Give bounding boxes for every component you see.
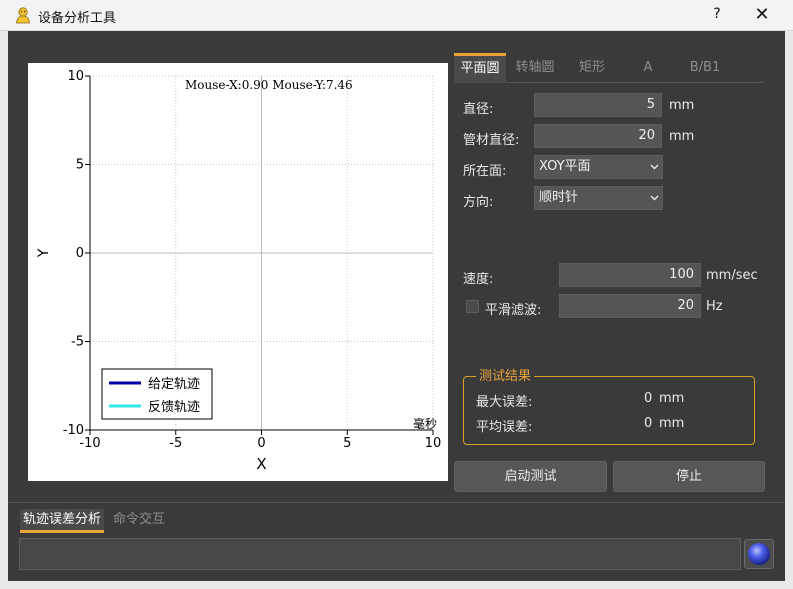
start-test-button[interactable]: 启动测试 xyxy=(454,461,607,492)
diameter-input[interactable]: 5 xyxy=(534,93,662,117)
avg-error-label: 平均误差: xyxy=(476,420,533,435)
help-button[interactable]: ? xyxy=(706,6,728,26)
avg-error-value: 0 xyxy=(644,416,653,431)
close-button[interactable]: ✕ xyxy=(750,3,774,27)
send-button[interactable] xyxy=(744,539,774,569)
plane-label: 所在面: xyxy=(463,164,507,179)
max-error-label: 最大误差: xyxy=(476,395,533,410)
chevron-down-icon xyxy=(650,164,659,170)
speed-label: 速度: xyxy=(463,272,494,287)
plot-canvas: -10 -5 0 5 10 10 5 0 -5 -10 X Y Mouse-X:0.90 Mouse-Y… xyxy=(36,69,442,473)
divider xyxy=(8,502,785,503)
speed-input[interactable]: 100 xyxy=(559,263,701,287)
tab-plane-circle[interactable]: 平面圆 xyxy=(454,53,506,83)
direction-select[interactable]: 顺时针 xyxy=(534,186,663,210)
results-title: 测试结果 xyxy=(476,370,535,384)
max-error-unit: mm xyxy=(659,391,685,406)
max-error-value: 0 xyxy=(644,391,653,406)
legend-label: 反馈轨迹 xyxy=(148,400,200,415)
avg-error-unit: mm xyxy=(659,416,685,431)
window-title: 设备分析工具 xyxy=(38,11,117,26)
y-tick-label: -10 xyxy=(63,423,84,438)
plane-select[interactable]: XOY平面 xyxy=(534,155,663,179)
command-input[interactable] xyxy=(19,538,741,570)
x-tick-label: -10 xyxy=(79,436,100,451)
time-unit-label: 毫秒 xyxy=(413,416,437,431)
title-bar: 设备分析工具 ? ✕ xyxy=(0,0,793,31)
filter-checkbox[interactable] xyxy=(466,300,479,313)
tab-trajectory-error[interactable]: 轨迹误差分析 xyxy=(20,509,104,533)
y-tick-label: 0 xyxy=(76,246,84,261)
trajectory-plot[interactable]: -10 -5 0 5 10 10 5 0 -5 -10 X Y Mouse-X:0.90 Mouse-Y… xyxy=(28,63,448,481)
x-axis-label: X xyxy=(256,455,266,473)
direction-select-value: 顺时针 xyxy=(539,190,579,205)
y-tick-label: -5 xyxy=(71,335,84,350)
filter-unit: Hz xyxy=(706,299,723,314)
mouse-readout: Mouse-X:0.90 Mouse-Y:7.46 xyxy=(185,78,353,92)
tab-b-b1[interactable]: B/B1 xyxy=(680,53,730,83)
x-tick-label: 5 xyxy=(343,436,351,451)
x-tick-label: 10 xyxy=(425,436,442,451)
plane-select-value: XOY平面 xyxy=(539,159,591,174)
globe-icon xyxy=(748,543,770,565)
y-tick-label: 10 xyxy=(67,69,84,84)
x-tick-label: 0 xyxy=(257,436,265,451)
chevron-down-icon xyxy=(650,195,659,201)
tab-rectangle[interactable]: 矩形 xyxy=(568,53,616,83)
diameter-label: 直径: xyxy=(463,102,494,117)
x-tick-label: -5 xyxy=(169,436,182,451)
filter-label: 平滑滤波: xyxy=(485,303,542,318)
tube-diameter-label: 管材直径: xyxy=(463,133,520,148)
stop-button[interactable]: 停止 xyxy=(613,461,765,492)
y-tick-label: 5 xyxy=(76,158,84,173)
tab-command[interactable]: 命令交互 xyxy=(113,509,173,533)
main-panel: -10 -5 0 5 10 10 5 0 -5 -10 X Y Mouse-X:0.90 Mouse-Y… xyxy=(8,31,785,581)
legend-label: 给定轨迹 xyxy=(148,377,200,392)
direction-label: 方向: xyxy=(463,195,494,210)
speed-unit: mm/sec xyxy=(706,268,758,283)
shape-tabs: 平面圆 转轴圆 矩形 A B/B1 xyxy=(454,53,764,83)
y-axis-label: Y xyxy=(36,248,52,258)
tab-a[interactable]: A xyxy=(630,53,666,83)
app-icon xyxy=(16,7,30,24)
tube-diameter-unit: mm xyxy=(669,129,695,144)
tube-diameter-input[interactable]: 20 xyxy=(534,124,662,148)
diameter-unit: mm xyxy=(669,98,695,113)
tab-axis-circle[interactable]: 转轴圆 xyxy=(509,53,561,83)
filter-input[interactable]: 20 xyxy=(559,294,701,318)
